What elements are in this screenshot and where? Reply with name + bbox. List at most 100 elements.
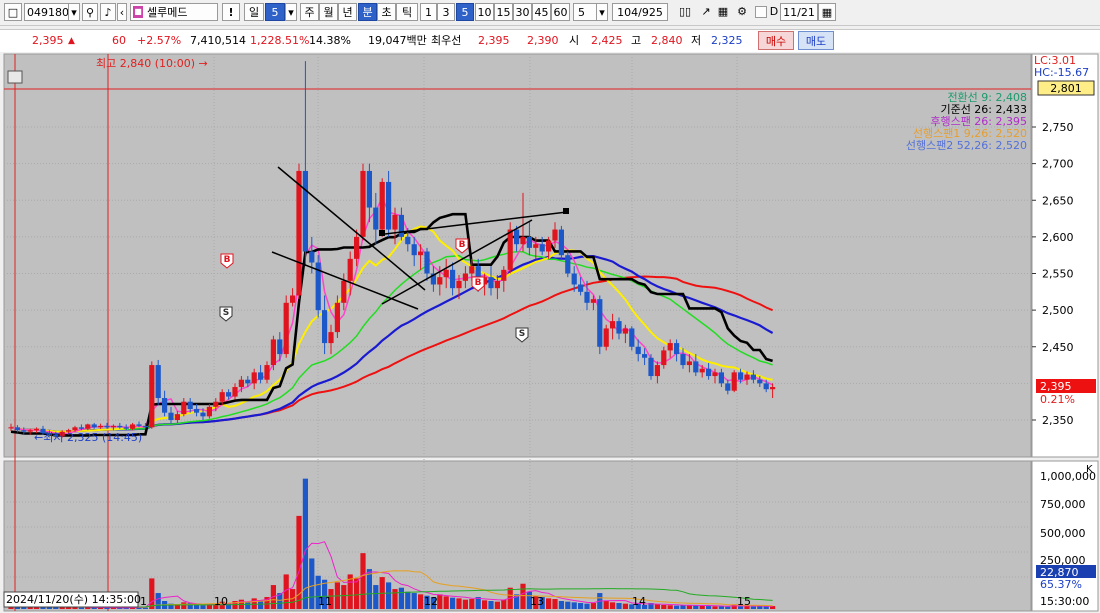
count-select[interactable]: 5 — [573, 3, 597, 21]
date-checkbox[interactable] — [755, 6, 767, 18]
candle-body — [149, 365, 155, 428]
candle-body — [136, 424, 142, 426]
volume-bar — [686, 605, 692, 609]
candle-body — [78, 427, 84, 429]
candle-body — [21, 430, 27, 432]
candle-body — [680, 354, 686, 366]
volume-bar — [693, 605, 699, 609]
volume-bar — [309, 558, 315, 609]
sell-button[interactable]: 매도 — [798, 31, 834, 50]
volume-bar — [584, 603, 590, 609]
step-back-icon[interactable]: ‹ — [117, 3, 127, 21]
search-icon[interactable]: ⚲ — [82, 3, 98, 21]
current-price: 2,395 — [32, 34, 64, 47]
candle-body — [328, 332, 334, 344]
interval-5-button[interactable]: 5 — [456, 3, 474, 21]
volume-bar — [725, 606, 731, 609]
candle-body — [219, 392, 225, 402]
volume-bar — [482, 600, 488, 609]
volume-bar — [616, 603, 622, 609]
candle-body — [142, 425, 148, 428]
candle-body — [245, 379, 251, 384]
volume-bar — [194, 605, 200, 609]
interval-1-button[interactable]: 1 — [420, 3, 437, 21]
interval-15-button[interactable]: 15 — [494, 3, 513, 21]
speaker-icon[interactable]: ♪ — [100, 3, 116, 21]
time-axis-first-label: 1 — [140, 595, 147, 608]
candle-body — [162, 398, 168, 413]
period-year-tab[interactable]: 년 — [338, 3, 357, 21]
period-day-button[interactable]: 일 — [244, 3, 264, 21]
date-label: D — [769, 5, 779, 18]
candle-body — [514, 229, 520, 245]
interval-3-button[interactable]: 3 — [437, 3, 455, 21]
volume-bar — [565, 601, 571, 609]
count-dropdown-icon[interactable]: ▾ — [596, 3, 608, 21]
candle-body — [200, 412, 206, 417]
candle-body — [341, 280, 347, 303]
low-price: 2,325 — [711, 34, 743, 47]
interval-60-button[interactable]: 60 — [551, 3, 570, 21]
candle-body — [302, 170, 308, 252]
candle-body — [526, 236, 532, 248]
interval-45-button[interactable]: 45 — [532, 3, 551, 21]
candle-body — [552, 229, 558, 241]
pane-menu-icon[interactable] — [7, 70, 23, 84]
candle-body — [488, 277, 494, 289]
candle-body — [661, 350, 667, 366]
line-tool-icon[interactable]: ↗ — [697, 3, 715, 21]
turnover-percent: 14.38% — [309, 34, 351, 47]
candle-body — [309, 251, 315, 263]
candle-body — [213, 401, 219, 407]
signal-label: B — [459, 240, 466, 250]
candle-body — [744, 374, 750, 380]
save-icon[interactable]: ▦ — [715, 3, 731, 21]
period-minute-tab[interactable]: 분 — [358, 3, 377, 21]
volume-bar — [578, 603, 584, 609]
period-week-tab[interactable]: 주 — [300, 3, 319, 21]
candle-body — [571, 273, 577, 285]
candle-body — [283, 302, 289, 355]
candle-settings-icon[interactable]: ▯▯ — [675, 3, 695, 21]
candle-body — [738, 372, 744, 380]
cursor-time: 2024/11/20(수) 14:35:00 — [6, 593, 141, 606]
change-arrow-icon: ▲ — [68, 36, 75, 46]
candle-body — [546, 240, 552, 252]
time-axis-day-label: 15 — [737, 595, 751, 608]
date-field[interactable]: 11/21 — [780, 3, 818, 21]
window-menu-icon[interactable]: □ — [4, 3, 22, 21]
volume-bar — [603, 601, 609, 609]
interval-10-button[interactable]: 10 — [475, 3, 494, 21]
volume-bar — [386, 582, 392, 609]
code-dropdown-icon[interactable]: ▾ — [68, 3, 80, 21]
candle-body — [130, 424, 136, 429]
price-chart[interactable]: B B B S S 최고 2,840 (10:00) → ←최저 2,325 (14:4… — [0, 52, 1100, 613]
candle-body — [104, 425, 110, 428]
period-tick-tab[interactable]: 틱 — [396, 3, 418, 21]
candle-body — [699, 368, 705, 373]
stock-name-field[interactable]: 셀루메드 — [130, 3, 218, 21]
candle-body — [411, 244, 417, 256]
period-value-field[interactable]: 5 — [265, 3, 285, 21]
volume-bar — [354, 578, 360, 609]
range-field[interactable]: 104/925 — [612, 3, 668, 21]
volume-bar — [552, 599, 558, 609]
candle-body — [578, 284, 584, 292]
best-bid: 2,390 — [527, 34, 559, 47]
price-tick-label: 2,750 — [1042, 121, 1074, 134]
volume-unit: K — [1086, 464, 1093, 475]
gear-icon[interactable]: ⚙ — [733, 3, 751, 21]
calendar-icon[interactable]: ▦ — [818, 3, 836, 21]
candle-body — [725, 383, 731, 391]
volume-bar — [392, 589, 398, 609]
period-dropdown-icon[interactable]: ▾ — [285, 3, 297, 21]
volume-bar — [571, 602, 577, 609]
period-month-tab[interactable]: 월 — [319, 3, 338, 21]
buy-button[interactable]: 매수 — [758, 31, 794, 50]
interval-30-button[interactable]: 30 — [513, 3, 532, 21]
volume-tick-label: 750,000 — [1040, 498, 1086, 511]
alert-button[interactable]: ! — [222, 3, 240, 21]
candle-body — [520, 236, 526, 245]
period-second-tab[interactable]: 초 — [377, 3, 396, 21]
candle-body — [635, 346, 641, 355]
